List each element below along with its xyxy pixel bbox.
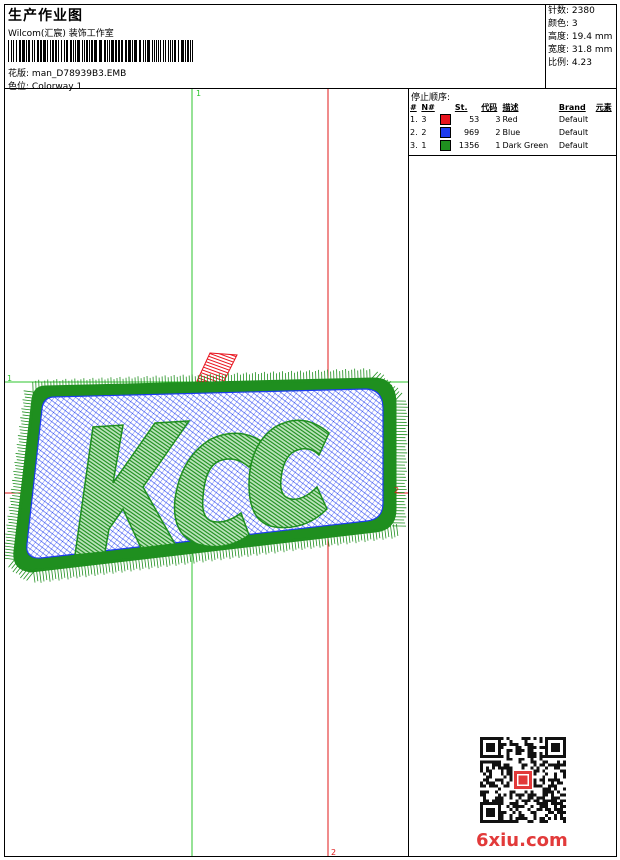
- table-row: 3. 1 1356 1 Dark Green Default: [410, 140, 589, 151]
- design-label: 花版:: [8, 69, 30, 79]
- table-rule: [408, 155, 616, 156]
- guide-label-red-right: 2: [394, 486, 399, 495]
- panel-divider: [408, 88, 409, 856]
- guide-label-green-left: 1: [7, 374, 12, 383]
- stat-width: 宽度: 31.8 mm: [548, 45, 613, 55]
- stat-stitches: 针数: 2380: [548, 6, 595, 16]
- watermark: 6xiu.com: [476, 830, 568, 851]
- table-row: 2. 2 969 2 Blue Default: [410, 127, 589, 138]
- qr-code: [480, 737, 566, 823]
- guide-label-green-top: 1: [196, 89, 201, 98]
- color-swatch: [439, 114, 451, 125]
- stat-colors: 颜色: 3: [548, 19, 578, 29]
- design-file-name: man_D78939B3.EMB: [31, 69, 127, 79]
- color-swatch: [439, 127, 451, 138]
- col-desc: 描述: [502, 102, 519, 112]
- red-stitch-block: [196, 352, 238, 384]
- color-swatch: [439, 140, 451, 151]
- col-element: 元素: [595, 102, 612, 112]
- stop-sequence-table: # N# St. 代码 描述 Brand 元素 1. 3 53 3 Red De…: [409, 101, 616, 152]
- col-stitches: St.: [454, 102, 468, 112]
- embroidery-preview: 1 1 2 2: [5, 89, 408, 856]
- page-title: 生产作业图: [8, 8, 83, 24]
- col-brand: Brand: [558, 102, 586, 112]
- studio-name: Wilcom(汇宸) 装饰工作室: [8, 29, 114, 39]
- col-code: 代码: [481, 102, 498, 112]
- col-index: #: [410, 102, 417, 112]
- header: 生产作业图 Wilcom(汇宸) 装饰工作室 花版: man_D78939B3.…: [5, 5, 545, 92]
- table-header-row: # N# St. 代码 描述 Brand 元素: [409, 101, 616, 113]
- guide-label-red-bottom: 2: [331, 848, 336, 856]
- header-divider: [545, 5, 546, 88]
- stat-height: 高度: 19.4 mm: [548, 32, 613, 42]
- barcode: [8, 40, 193, 62]
- table-row: 1. 3 53 3 Red Default: [410, 114, 589, 125]
- stat-scale: 比例: 4.23: [548, 58, 592, 68]
- design-file: 花版: man_D78939B3.EMB: [8, 66, 126, 79]
- col-needle: N#: [421, 102, 435, 112]
- stats-panel: 针数: 2380 颜色: 3 高度: 19.4 mm 宽度: 31.8 mm 比…: [548, 5, 616, 70]
